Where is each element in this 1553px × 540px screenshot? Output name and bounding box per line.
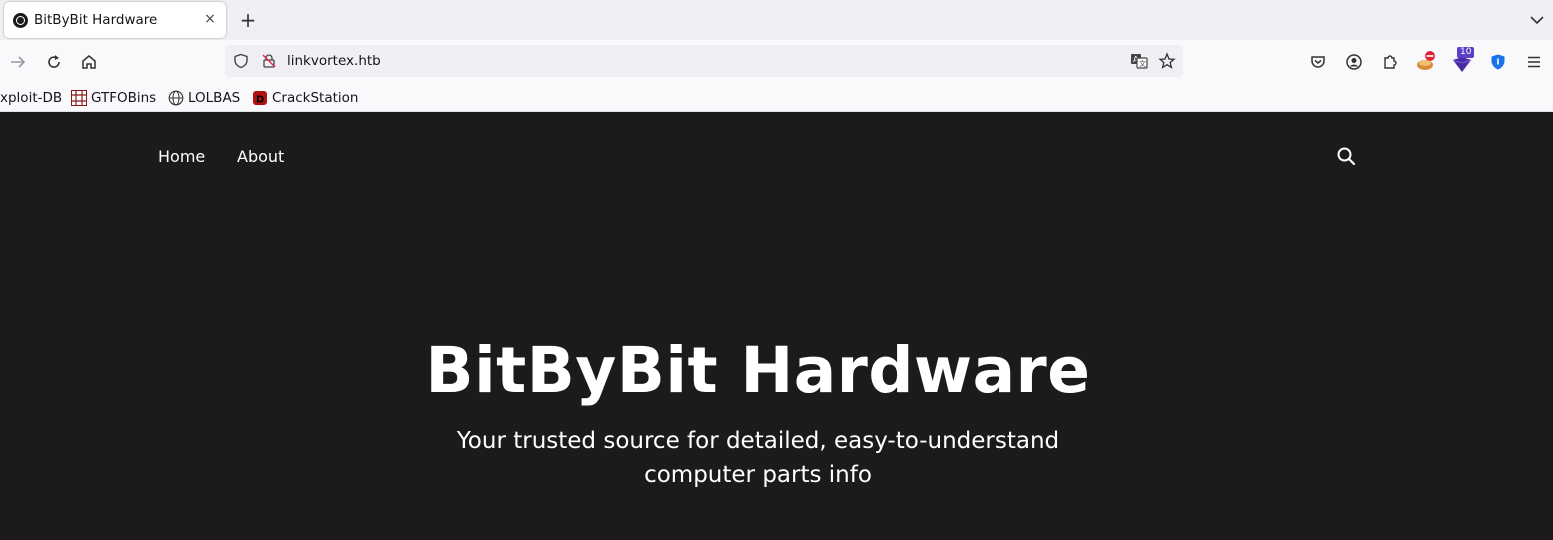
tab-strip: BitByBit Hardware × + [0, 0, 1553, 40]
nav-home-link[interactable]: Home [158, 147, 205, 166]
hero-subtitle: Your trusted source for detailed, easy-t… [456, 428, 1060, 488]
hamburger-menu-icon[interactable] [1523, 51, 1545, 73]
tracking-protection-shield-icon[interactable] [230, 50, 252, 72]
browser-tab[interactable]: BitByBit Hardware × [4, 2, 226, 38]
bookmark-crackstation[interactable]: D CrackStation [252, 88, 358, 108]
home-icon[interactable] [78, 51, 100, 73]
account-icon[interactable] [1343, 51, 1365, 73]
extensions-puzzle-icon[interactable] [1379, 51, 1401, 73]
svg-text:文: 文 [1139, 59, 1146, 68]
insecure-connection-lock-icon[interactable] [258, 50, 280, 72]
list-all-tabs-icon[interactable] [1528, 11, 1546, 29]
pocket-icon[interactable] [1307, 51, 1329, 73]
bookmark-star-icon[interactable] [1156, 50, 1178, 72]
bookmark-label: GTFOBins [91, 90, 157, 106]
bookmark-exploit-db[interactable]: xploit-DB [0, 88, 62, 108]
new-tab-button[interactable]: + [237, 9, 259, 31]
url-text[interactable]: linkvortex.htb [287, 53, 381, 69]
gtfobins-icon [71, 90, 87, 106]
bookmarks-toolbar: xploit-DB GTFOBins LOLBAS D CrackStation [0, 84, 1553, 112]
hero-title: BitByBit Hardware [425, 334, 1091, 407]
extension-badge-count: 10 [1457, 47, 1475, 58]
reload-icon[interactable] [43, 51, 65, 73]
tab-title: BitByBit Hardware [34, 12, 158, 28]
address-bar[interactable]: linkvortex.htb A文 [225, 45, 1183, 77]
bookmark-gtfobins[interactable]: GTFOBins [71, 88, 156, 108]
extension-blocked-icon[interactable] [1415, 51, 1437, 73]
crackstation-icon: D [252, 90, 268, 106]
search-icon[interactable] [1336, 146, 1356, 166]
bookmark-label: LOLBAS [188, 90, 241, 106]
web-page: Home About BitByBit Hardware Your truste… [0, 112, 1553, 540]
nav-about-link[interactable]: About [237, 147, 284, 166]
bookmark-label: xploit-DB [0, 90, 63, 106]
globe-icon [168, 90, 184, 106]
forward-arrow-icon[interactable] [7, 51, 29, 73]
navigation-toolbar: linkvortex.htb A文 10 [0, 40, 1553, 84]
translate-icon[interactable]: A文 [1128, 50, 1150, 72]
svg-text:D: D [256, 95, 264, 106]
bookmark-lolbas[interactable]: LOLBAS [168, 88, 240, 108]
bookmark-label: CrackStation [272, 90, 359, 106]
site-favicon-icon [13, 13, 28, 28]
bitwarden-shield-icon[interactable] [1487, 51, 1509, 73]
extension-badge-icon[interactable]: 10 [1451, 47, 1477, 74]
close-tab-icon[interactable]: × [201, 10, 219, 28]
